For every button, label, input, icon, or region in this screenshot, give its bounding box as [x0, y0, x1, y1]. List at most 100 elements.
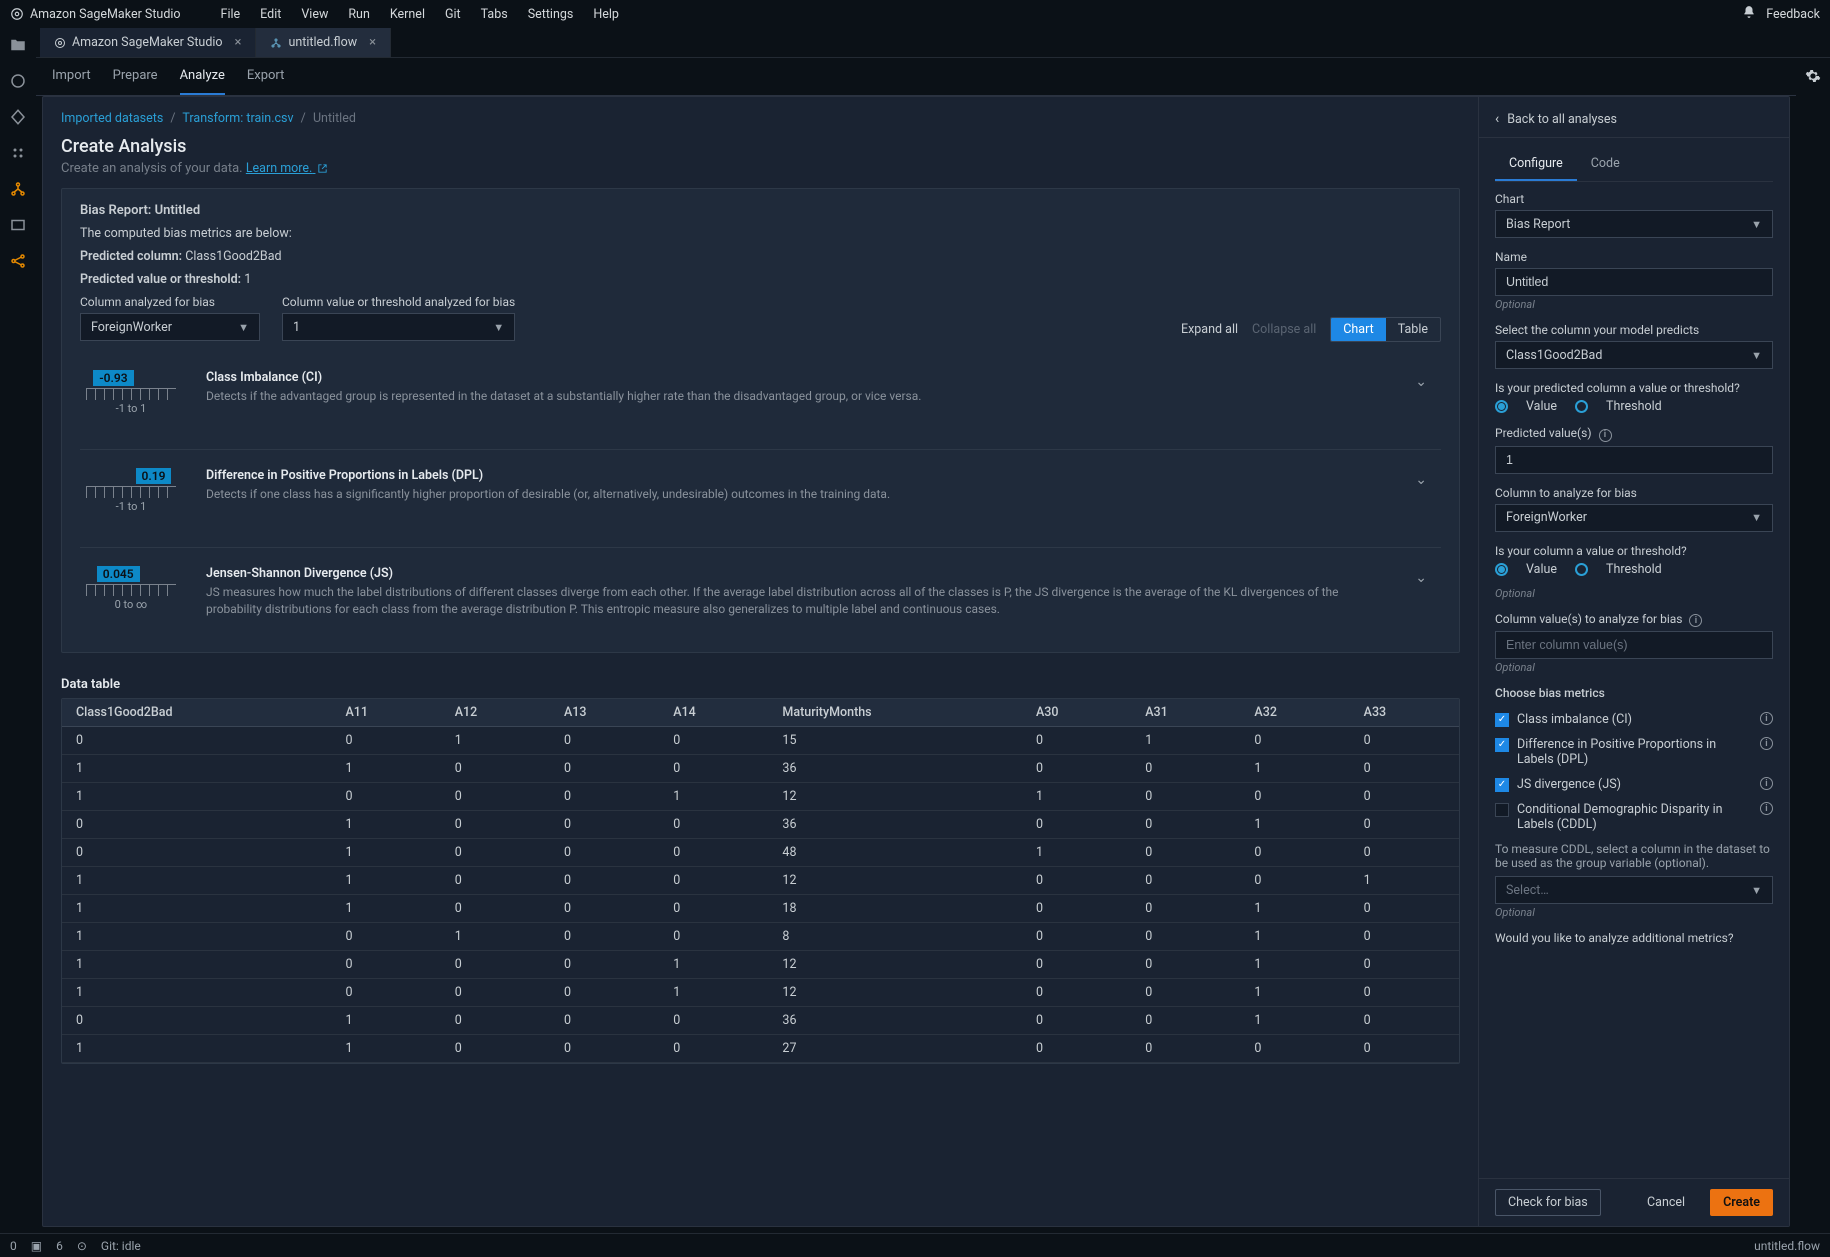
cancel-button[interactable]: Cancel: [1634, 1189, 1698, 1216]
breadcrumb-datasets[interactable]: Imported datasets: [61, 111, 163, 126]
palette-icon[interactable]: [9, 144, 27, 162]
table-header[interactable]: A12: [441, 699, 550, 727]
predict-col-select[interactable]: Class1Good2Bad▼: [1495, 341, 1773, 369]
chk-dpl[interactable]: [1495, 738, 1509, 752]
table-header[interactable]: A31: [1131, 699, 1240, 727]
kernel-icon[interactable]: ⊙: [77, 1239, 87, 1253]
table-header[interactable]: A30: [1022, 699, 1131, 727]
chk-cddl-label: Conditional Demographic Disparity in Lab…: [1517, 802, 1748, 832]
table-header[interactable]: A11: [331, 699, 440, 727]
chart-type-select[interactable]: Bias Report▼: [1495, 210, 1773, 238]
diamond-icon[interactable]: [9, 108, 27, 126]
editor-tab[interactable]: untitled.flow×: [256, 28, 391, 57]
table-row[interactable]: 10001120010: [62, 978, 1459, 1006]
collapse-all-link[interactable]: Collapse all: [1252, 322, 1316, 337]
chevron-down-icon[interactable]: ⌄: [1407, 468, 1435, 492]
table-row[interactable]: 10001120010: [62, 950, 1459, 978]
chk-cddl[interactable]: [1495, 803, 1509, 817]
learn-more-link[interactable]: Learn more.: [246, 161, 329, 176]
menu-edit[interactable]: Edit: [250, 7, 291, 22]
table-row[interactable]: 11000360010: [62, 754, 1459, 782]
feedback-link[interactable]: Feedback: [1766, 7, 1820, 22]
chart-table-toggle[interactable]: Chart Table: [1330, 317, 1441, 342]
table-header[interactable]: A32: [1240, 699, 1349, 727]
info-icon[interactable]: i: [1599, 429, 1612, 442]
toggle-table[interactable]: Table: [1386, 318, 1440, 341]
sub-tab-export[interactable]: Export: [247, 68, 285, 95]
sub-tab-prepare[interactable]: Prepare: [113, 68, 158, 95]
terminal-icon[interactable]: ▣: [31, 1239, 42, 1253]
editor-tab[interactable]: Amazon SageMaker Studio×: [40, 28, 256, 57]
chevron-down-icon[interactable]: ⌄: [1407, 566, 1435, 590]
create-button[interactable]: Create: [1710, 1189, 1773, 1216]
table-cell: 0: [1350, 1034, 1459, 1062]
table-row[interactable]: 1010080010: [62, 922, 1459, 950]
predicted-values-input[interactable]: [1495, 446, 1773, 474]
check-for-bias-button[interactable]: Check for bias: [1495, 1189, 1601, 1216]
close-icon[interactable]: ×: [369, 35, 376, 50]
data-table-wrapper[interactable]: Class1Good2BadA11A12A13A14MaturityMonths…: [61, 698, 1460, 1064]
side-tab-configure[interactable]: Configure: [1495, 148, 1577, 181]
close-icon[interactable]: ×: [235, 35, 242, 50]
menu-help[interactable]: Help: [583, 7, 629, 22]
table-row[interactable]: 01000360010: [62, 1006, 1459, 1034]
toggle-chart[interactable]: Chart: [1331, 318, 1385, 341]
share-icon[interactable]: [9, 252, 27, 270]
table-row[interactable]: 11000120001: [62, 866, 1459, 894]
table-row[interactable]: 11000270000: [62, 1034, 1459, 1062]
table-cell: 0: [550, 1006, 659, 1034]
table-cell: 0: [659, 1006, 768, 1034]
table-row[interactable]: 01000360010: [62, 810, 1459, 838]
table-row[interactable]: 00100150100: [62, 726, 1459, 754]
flow-icon[interactable]: [9, 180, 27, 198]
table-header[interactable]: Class1Good2Bad: [62, 699, 331, 727]
chevron-down-icon[interactable]: ⌄: [1407, 370, 1435, 394]
info-icon[interactable]: i: [1760, 712, 1773, 725]
table-row[interactable]: 01000481000: [62, 838, 1459, 866]
gear-icon[interactable]: [1805, 68, 1821, 88]
notifications-icon[interactable]: [1742, 5, 1756, 23]
folder-icon[interactable]: [9, 36, 27, 54]
radio-col-value[interactable]: [1495, 563, 1508, 576]
menu-run[interactable]: Run: [338, 7, 380, 22]
menu-view[interactable]: View: [291, 7, 338, 22]
sub-tab-import[interactable]: Import: [52, 68, 91, 95]
info-icon[interactable]: i: [1760, 777, 1773, 790]
menu-settings[interactable]: Settings: [518, 7, 584, 22]
circle-icon[interactable]: [9, 72, 27, 90]
name-input[interactable]: [1495, 268, 1773, 296]
col-values-input[interactable]: [1495, 631, 1773, 659]
table-header[interactable]: A13: [550, 699, 659, 727]
back-to-analyses[interactable]: ‹ Back to all analyses: [1479, 97, 1789, 138]
sub-tab-analyze[interactable]: Analyze: [180, 68, 225, 95]
menu-file[interactable]: File: [211, 7, 251, 22]
expand-all-link[interactable]: Expand all: [1181, 322, 1238, 337]
table-row[interactable]: 10001121000: [62, 782, 1459, 810]
radio-threshold[interactable]: [1575, 400, 1588, 413]
table-cell: 0: [1350, 922, 1459, 950]
menu-git[interactable]: Git: [435, 7, 471, 22]
breadcrumb-transform[interactable]: Transform: train.csv: [182, 111, 293, 126]
table-header[interactable]: A33: [1350, 699, 1459, 727]
cddl-select[interactable]: Select…▼: [1495, 876, 1773, 904]
chk-ci[interactable]: [1495, 713, 1509, 727]
table-header[interactable]: A14: [659, 699, 768, 727]
radio-value[interactable]: [1495, 400, 1508, 413]
side-tab-code[interactable]: Code: [1577, 148, 1634, 181]
chk-js[interactable]: [1495, 778, 1509, 792]
info-icon[interactable]: i: [1689, 614, 1702, 627]
radio-col-threshold[interactable]: [1575, 563, 1588, 576]
menu-kernel[interactable]: Kernel: [380, 7, 435, 22]
menu-tabs[interactable]: Tabs: [471, 7, 518, 22]
info-icon[interactable]: i: [1760, 802, 1773, 815]
table-cell: 0: [1240, 866, 1349, 894]
col-val-select[interactable]: 1▼: [282, 313, 515, 341]
col-bias-select[interactable]: ForeignWorker▼: [80, 313, 260, 341]
table-cell: 1: [62, 1034, 331, 1062]
info-icon[interactable]: i: [1760, 737, 1773, 750]
table-cell: 0: [550, 894, 659, 922]
table-row[interactable]: 11000180010: [62, 894, 1459, 922]
table-header[interactable]: MaturityMonths: [768, 699, 1022, 727]
window-icon[interactable]: [9, 216, 27, 234]
col-bias-side-select[interactable]: ForeignWorker▼: [1495, 504, 1773, 532]
